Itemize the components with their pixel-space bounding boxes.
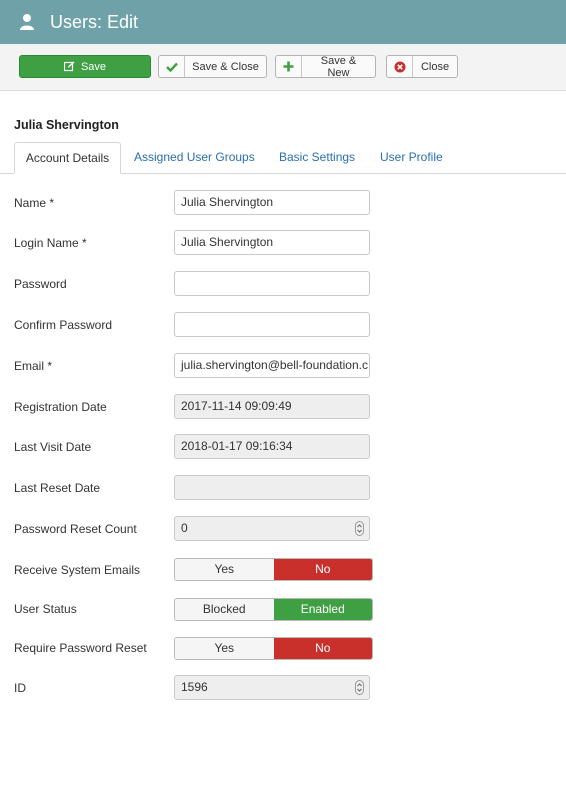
save-close-label: Save & Close: [192, 60, 259, 73]
user-name-heading: Julia Shervington: [14, 118, 119, 132]
save-new-button[interactable]: Save & New: [275, 54, 376, 79]
close-label: Close: [420, 60, 450, 73]
login-name-row: Login Name * Julia Shervington: [0, 230, 566, 256]
close-button[interactable]: Close: [386, 55, 458, 78]
password-label: Password: [14, 277, 67, 291]
save-label: Save: [80, 60, 107, 73]
save-new-label: Save & New: [320, 54, 357, 79]
close-icon: [387, 56, 413, 77]
last-reset-date-label: Last Reset Date: [14, 481, 101, 495]
tab-basic-settings[interactable]: Basic Settings: [279, 142, 355, 174]
name-input[interactable]: Julia Shervington: [174, 190, 370, 215]
receive-system-emails-label: Receive System Emails: [14, 563, 141, 577]
name-label: Name *: [14, 196, 55, 210]
email-row: Email * julia.shervington@bell-foundatio…: [0, 353, 566, 379]
spinner-arrows-icon: [355, 680, 364, 695]
require-password-reset-toggle: Yes No: [174, 637, 373, 660]
password-reset-count-row: Password Reset Count 0: [0, 516, 566, 542]
confirm-password-row: Confirm Password: [0, 312, 566, 338]
save-button[interactable]: Save: [19, 55, 151, 78]
edit-icon: [63, 61, 75, 72]
require-password-reset-no[interactable]: No: [273, 638, 372, 659]
password-reset-count-field: 0: [174, 516, 370, 541]
last-visit-date-field: 2018-01-17 09:16:34: [174, 434, 370, 459]
id-label: ID: [14, 681, 26, 695]
page-title: Users: Edit: [50, 11, 139, 32]
require-password-reset-label: Require Password Reset: [14, 641, 147, 655]
id-row: ID 1596: [0, 675, 566, 701]
user-icon: [20, 14, 34, 30]
page-header: Users: Edit: [0, 0, 566, 44]
plus-icon: [276, 56, 302, 77]
login-name-input[interactable]: Julia Shervington: [174, 230, 370, 255]
tab-user-profile[interactable]: User Profile: [380, 142, 443, 174]
user-status-enabled[interactable]: Enabled: [273, 599, 372, 620]
receive-system-emails-toggle: Yes No: [174, 558, 373, 581]
toolbar: Save Save & Close Save & New Close: [0, 44, 566, 91]
tab-account-details[interactable]: Account Details: [14, 142, 121, 174]
last-reset-date-row: Last Reset Date: [0, 475, 566, 501]
password-reset-count-value: 0: [181, 521, 188, 535]
user-status-row: User Status Blocked Enabled: [0, 598, 566, 624]
last-reset-date-field: [174, 475, 370, 500]
user-status-blocked[interactable]: Blocked: [175, 599, 274, 620]
registration-date-row: Registration Date 2017-11-14 09:09:49: [0, 394, 566, 420]
receive-system-emails-row: Receive System Emails Yes No: [0, 558, 566, 584]
id-field: 1596: [174, 675, 370, 700]
spinner-arrows-icon: [355, 521, 364, 536]
user-status-toggle: Blocked Enabled: [174, 598, 373, 621]
email-input[interactable]: julia.shervington@bell-foundation.c: [174, 353, 370, 378]
registration-date-field: 2017-11-14 09:09:49: [174, 394, 370, 419]
login-name-label: Login Name *: [14, 236, 87, 250]
last-visit-date-label: Last Visit Date: [14, 440, 92, 454]
require-password-reset-row: Require Password Reset Yes No: [0, 637, 566, 663]
password-row: Password: [0, 271, 566, 297]
require-password-reset-yes[interactable]: Yes: [175, 638, 274, 659]
email-label: Email *: [14, 359, 53, 373]
password-input[interactable]: [174, 271, 370, 296]
last-visit-date-row: Last Visit Date 2018-01-17 09:16:34: [0, 434, 566, 460]
registration-date-label: Registration Date: [14, 400, 107, 414]
check-icon: [159, 56, 185, 77]
user-status-label: User Status: [14, 602, 77, 616]
tab-assigned-user-groups[interactable]: Assigned User Groups: [134, 142, 255, 174]
confirm-password-label: Confirm Password: [14, 318, 113, 332]
name-row: Name * Julia Shervington: [0, 190, 566, 216]
password-reset-count-label: Password Reset Count: [14, 522, 137, 536]
id-value: 1596: [181, 680, 208, 694]
receive-system-emails-yes[interactable]: Yes: [175, 559, 274, 580]
receive-system-emails-no[interactable]: No: [273, 559, 372, 580]
save-close-button[interactable]: Save & Close: [158, 55, 267, 78]
confirm-password-input[interactable]: [174, 312, 370, 337]
tab-bar: Account Details Assigned User Groups Bas…: [0, 142, 566, 174]
